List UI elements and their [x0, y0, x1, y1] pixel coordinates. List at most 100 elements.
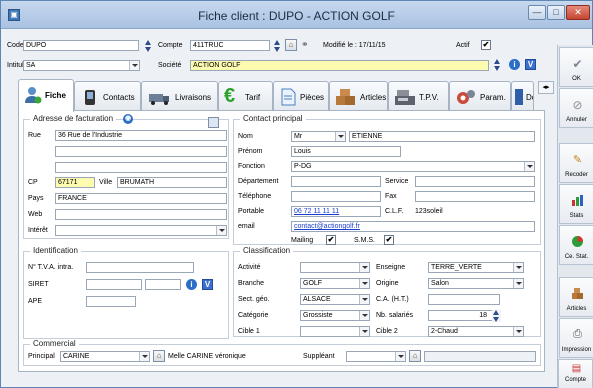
articles-button[interactable]: Articles — [559, 277, 593, 317]
ce-stat-button[interactable]: Ce. Stat. — [559, 225, 593, 265]
tab-pieces[interactable]: Pièces — [273, 81, 329, 111]
chevron-down-icon[interactable] — [216, 226, 226, 235]
rue-field-1[interactable]: 36 Rue de l'Industrie — [55, 130, 227, 141]
principal-label: Principal — [28, 353, 55, 360]
cible2-select[interactable]: 2-Chaud — [428, 326, 524, 337]
pays-field[interactable]: FRANCE — [55, 193, 227, 204]
tab-fiche[interactable]: Fiche — [18, 79, 74, 112]
nom-field[interactable]: ETIENNE — [349, 131, 535, 142]
truck-icon — [149, 94, 169, 105]
globe-icon[interactable]: ◉ — [123, 114, 133, 124]
societe-spinner[interactable] — [493, 59, 502, 71]
categorie-select[interactable]: Grossiste — [300, 310, 370, 321]
chevron-down-icon[interactable] — [359, 279, 369, 288]
code-field[interactable]: DUPO — [23, 40, 139, 51]
annuler-button[interactable]: ⊘ Annuler — [559, 88, 593, 128]
compte-label: Compte — [158, 42, 183, 49]
rue-field-2[interactable] — [55, 146, 227, 157]
service-field[interactable] — [415, 176, 535, 187]
ape-field[interactable] — [86, 296, 136, 307]
chevron-down-icon[interactable] — [129, 61, 139, 70]
tab-tarif[interactable]: € Tarif — [218, 81, 273, 111]
validate-v-button[interactable]: V — [525, 59, 536, 70]
home-icon[interactable]: ⌂ — [285, 39, 297, 51]
civilite-select[interactable]: Mr — [291, 131, 346, 142]
ca-field[interactable] — [428, 294, 500, 305]
compte-button[interactable]: ▤ Compte — [558, 359, 593, 388]
rue-field-3[interactable] — [55, 162, 227, 173]
tab-contacts[interactable]: Contacts — [74, 81, 141, 111]
chevron-down-icon[interactable] — [335, 132, 345, 141]
chevron-down-icon[interactable] — [524, 162, 534, 171]
minimize-button[interactable]: — — [528, 5, 546, 20]
tva-field[interactable] — [86, 262, 194, 273]
ok-button[interactable]: ✔ OK — [559, 47, 593, 87]
info-icon[interactable]: i — [509, 59, 520, 70]
siret-validate-button[interactable]: V — [202, 279, 213, 290]
nbsal-spinner[interactable] — [492, 310, 501, 322]
tab-tpv[interactable]: T.P.V. — [388, 81, 449, 111]
tab-scroll-arrows[interactable]: ◂▸ — [538, 81, 554, 94]
intitule-select[interactable]: SA — [23, 60, 140, 71]
commercial-group: Commercial Principal CARINE ⌂ Melle CARI… — [23, 339, 541, 366]
compte-field[interactable]: 411TRUC — [190, 40, 270, 51]
prenom-field[interactable]: Louis — [291, 146, 401, 157]
suppleant-select[interactable] — [346, 351, 406, 362]
sectgeo-select[interactable]: ALSACE — [300, 294, 370, 305]
pie-chart-icon — [572, 236, 583, 247]
recoder-button[interactable]: ✎ Recoder — [559, 143, 593, 183]
chevron-down-icon[interactable] — [359, 263, 369, 272]
impression-button[interactable]: ⎙ Impression — [559, 318, 593, 358]
chevron-down-icon[interactable] — [513, 327, 523, 336]
email-field[interactable]: contact@actiongolf.fr — [291, 221, 535, 232]
chevron-down-icon[interactable] — [359, 327, 369, 336]
mailing-checkbox[interactable]: ✔ — [326, 235, 336, 245]
ledger-icon: ▤ — [571, 363, 582, 374]
categorie-value: Grossiste — [303, 312, 333, 319]
portable-field[interactable]: 06 72 11 11 11 — [291, 206, 381, 217]
chevron-down-icon[interactable] — [513, 279, 523, 288]
home-icon[interactable]: ⌂ — [153, 350, 165, 362]
fonction-select[interactable]: P-DG — [291, 161, 535, 172]
code-spinner[interactable] — [144, 40, 153, 52]
home-icon[interactable]: ⌂ — [409, 350, 421, 362]
tab-livraisons[interactable]: Livraisons — [141, 81, 218, 111]
boxes-icon — [336, 89, 355, 105]
tab-articles[interactable]: Articles — [329, 81, 388, 111]
branche-select[interactable]: GOLF — [300, 278, 370, 289]
siret-suffix-field[interactable] — [145, 279, 181, 290]
chevron-down-icon[interactable] — [139, 352, 149, 361]
siret-info-icon[interactable]: i — [186, 279, 197, 290]
tab-param[interactable]: Param. — [449, 81, 511, 111]
cible1-select[interactable] — [300, 326, 370, 337]
siret-field[interactable] — [86, 279, 142, 290]
chevron-down-icon[interactable] — [513, 263, 523, 272]
interet-select[interactable] — [55, 225, 227, 236]
activite-select[interactable] — [300, 262, 370, 273]
chevron-down-icon[interactable] — [395, 352, 405, 361]
fax-field[interactable] — [415, 191, 535, 202]
copy-address-icon[interactable] — [208, 117, 219, 128]
identification-group: Identification N° T.V.A. intra. SIRET i … — [23, 246, 229, 339]
link-chain-icon[interactable]: ⚭ — [301, 39, 313, 51]
actif-checkbox[interactable]: ✔ — [481, 40, 491, 50]
sms-checkbox[interactable]: ✔ — [384, 235, 394, 245]
departement-field[interactable] — [291, 176, 381, 187]
telephone-field[interactable] — [291, 191, 381, 202]
ville-field[interactable]: BRUMATH — [117, 177, 227, 188]
nbsal-field[interactable]: 18 — [428, 310, 500, 321]
stats-button[interactable]: Stats — [559, 184, 593, 224]
tab-doc[interactable]: Doc. — [511, 81, 534, 111]
cp-field[interactable]: 67171 — [55, 177, 95, 188]
title-bar: ▣ Fiche client : DUPO - ACTION GOLF — □ … — [1, 1, 592, 29]
compte-spinner[interactable] — [273, 40, 282, 52]
maximize-button[interactable]: □ — [547, 5, 565, 20]
close-button[interactable]: ✕ — [566, 5, 590, 20]
chevron-down-icon[interactable] — [359, 295, 369, 304]
chevron-down-icon[interactable] — [359, 311, 369, 320]
principal-select[interactable]: CARINE — [60, 351, 150, 362]
enseigne-select[interactable]: TERRE_VERTE — [428, 262, 524, 273]
web-field[interactable] — [55, 209, 227, 220]
origine-select[interactable]: Salon — [428, 278, 524, 289]
societe-field[interactable]: ACTION GOLF — [190, 60, 489, 71]
